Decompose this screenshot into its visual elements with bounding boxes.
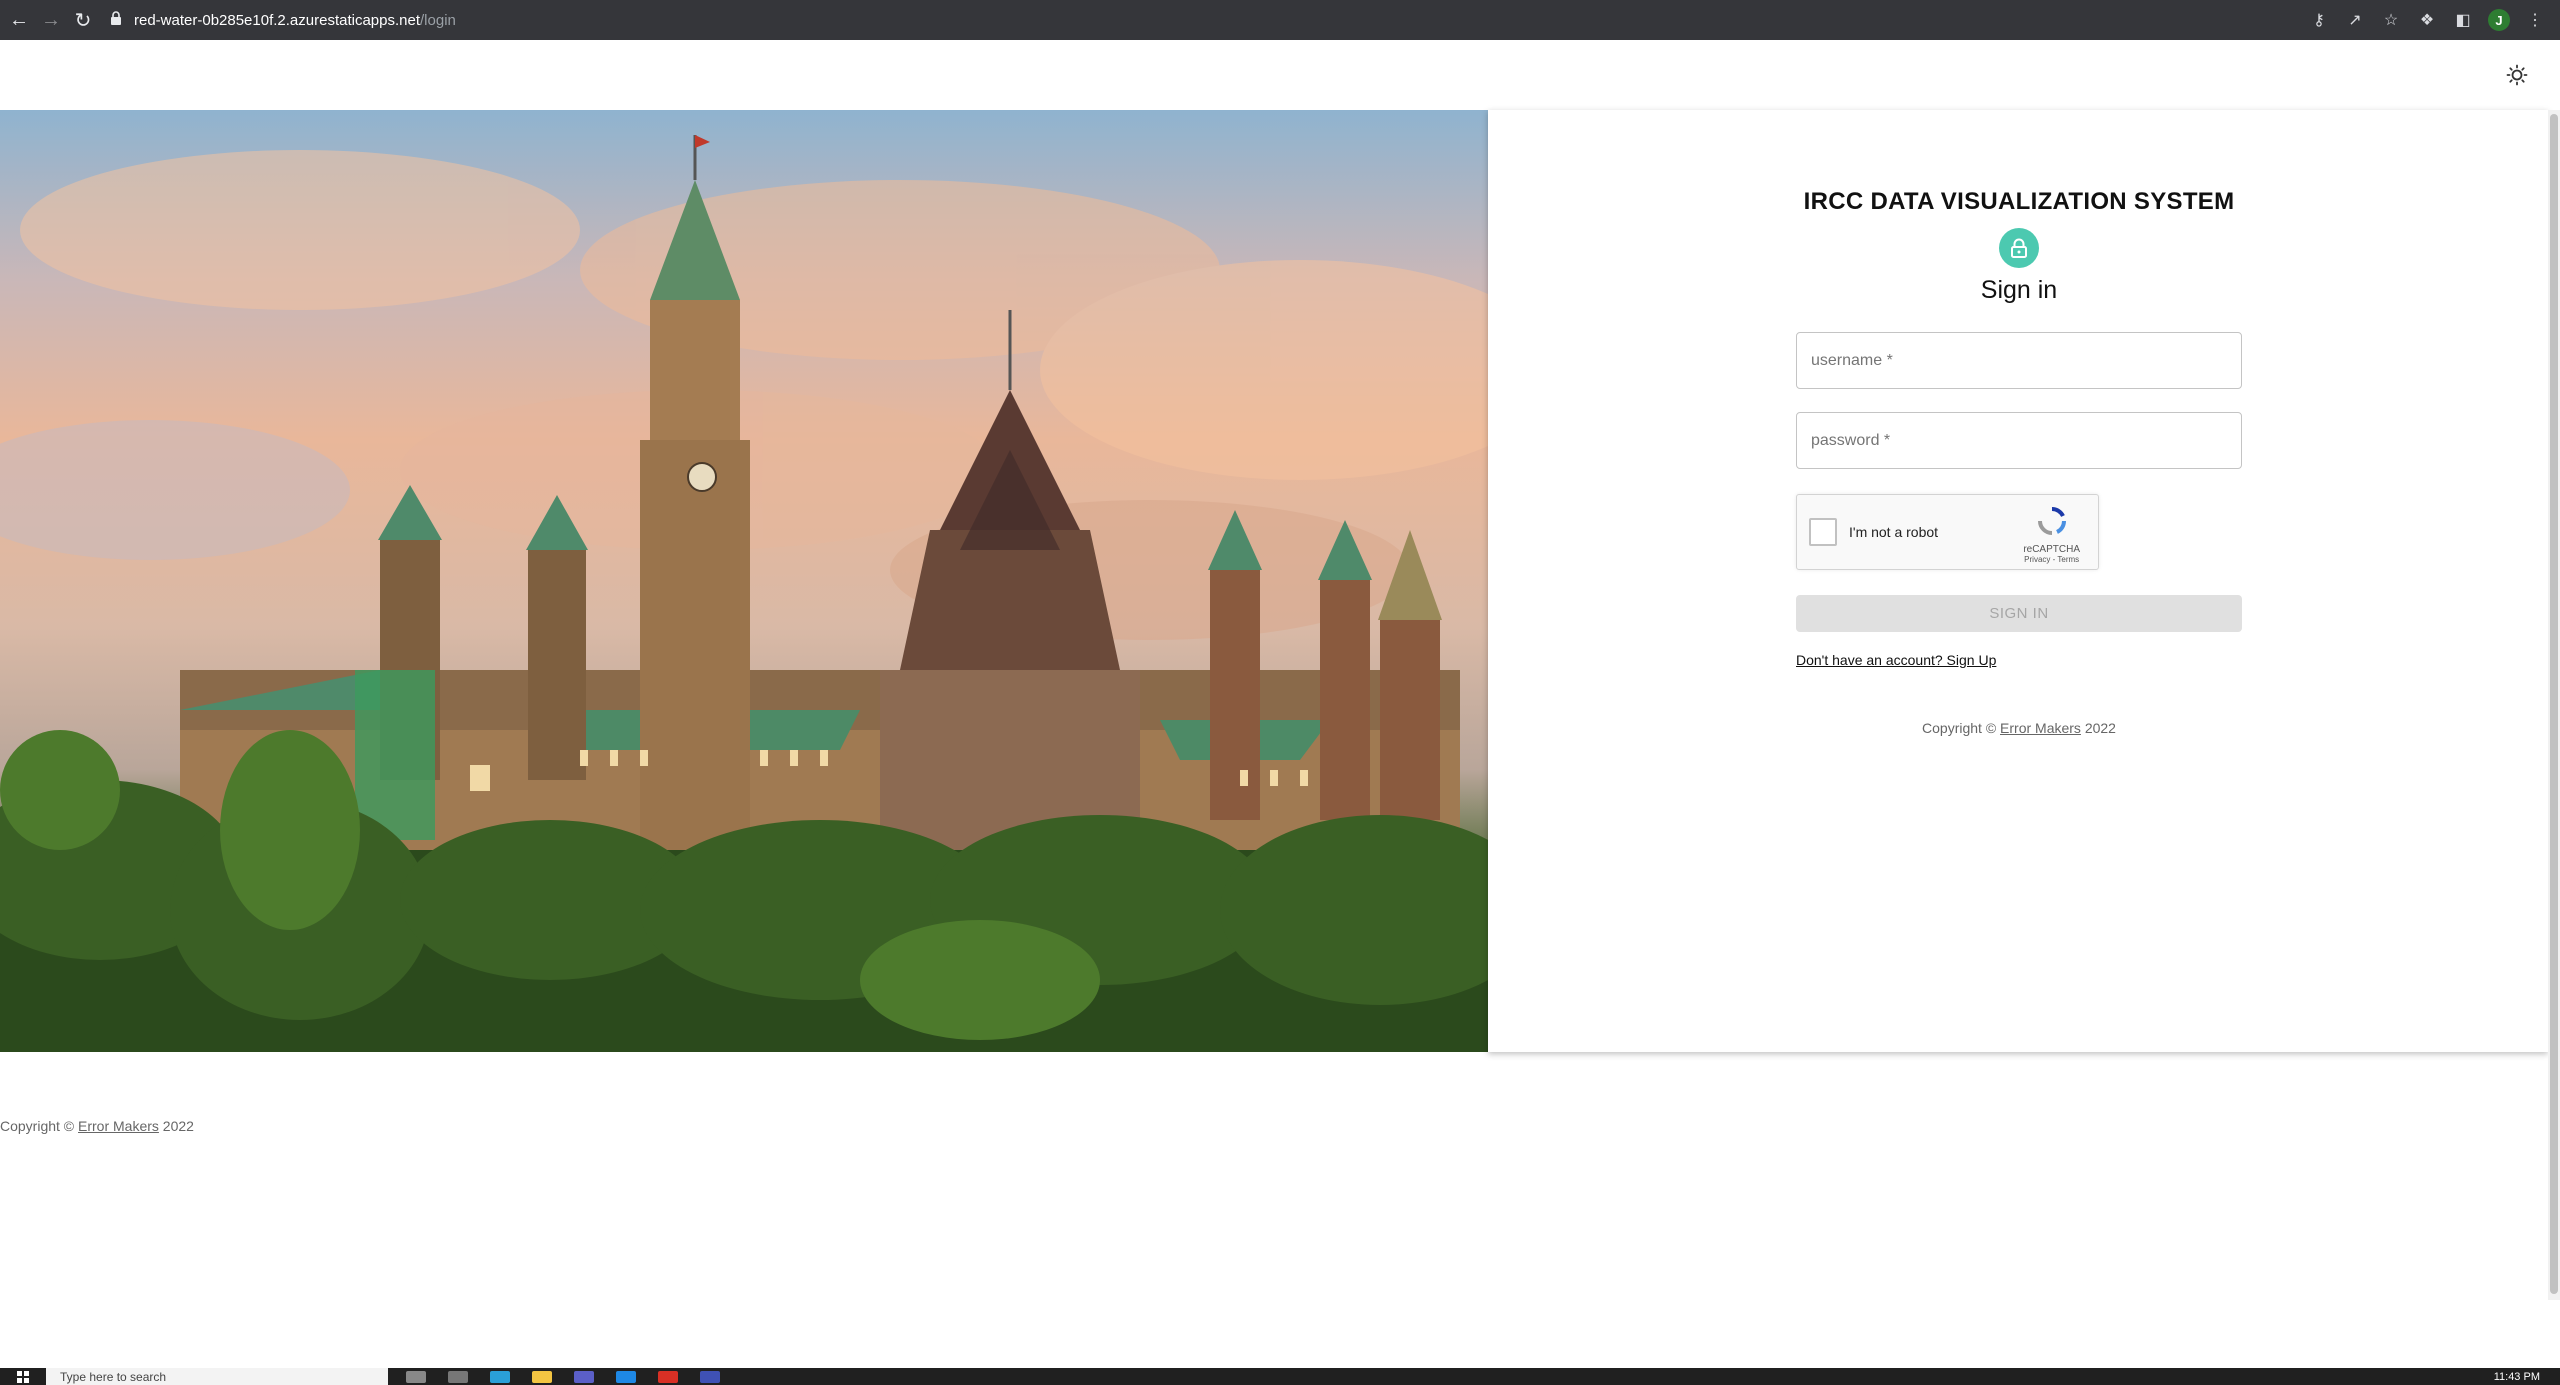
recaptcha-label: I'm not a robot [1849, 524, 1939, 540]
theme-toggle-sun-icon[interactable] [2504, 62, 2530, 88]
page-copyright: Copyright © Error Makers 2022 [0, 1118, 194, 1134]
star-icon[interactable]: ☆ [2380, 9, 2402, 31]
copyright-suffix: 2022 [2080, 720, 2116, 736]
widgets-icon[interactable] [448, 1370, 468, 1383]
forward-icon[interactable]: → [38, 7, 64, 33]
app-header [0, 40, 2560, 110]
page-scrollbar[interactable] [2548, 110, 2560, 1300]
lock-icon [110, 11, 122, 29]
share-icon[interactable]: ↗ [2344, 9, 2366, 31]
file-explorer-icon[interactable] [532, 1370, 552, 1383]
url-path: /login [420, 11, 456, 29]
url-host: red-water-0b285e10f.2.azurestaticapps.ne… [134, 11, 421, 29]
username-input[interactable] [1811, 351, 2227, 370]
scrollbar-thumb[interactable] [2550, 114, 2558, 1294]
system-title: IRCC DATA VISUALIZATION SYSTEM [1803, 188, 2235, 215]
signin-button[interactable]: SIGN IN [1796, 595, 2242, 632]
sidepanel-icon[interactable]: ◧ [2452, 9, 2474, 31]
copyright-prefix: Copyright © [0, 1118, 79, 1134]
extensions-icon[interactable]: ❖ [2416, 9, 2438, 31]
signup-link[interactable]: Don't have an account? Sign Up [1796, 652, 1996, 668]
os-taskbar: Type here to search 11:43 PM [0, 1368, 2560, 1385]
hero-image [0, 110, 1488, 1052]
lock-icon [1999, 228, 2039, 268]
vscode-icon[interactable] [616, 1370, 636, 1383]
copyright-prefix: Copyright © [1922, 720, 2001, 736]
back-icon[interactable]: ← [6, 7, 32, 33]
recaptcha-brand: reCAPTCHA Privacy - Terms [2023, 505, 2080, 564]
app-icon[interactable] [700, 1370, 720, 1383]
edge-icon[interactable] [490, 1370, 510, 1383]
recaptcha-links[interactable]: Privacy - Terms [2024, 555, 2079, 564]
panel-copyright: Copyright © Error Makers 2022 [1922, 720, 2116, 736]
profile-avatar[interactable]: J [2488, 9, 2510, 31]
taskbar-search[interactable]: Type here to search [46, 1368, 388, 1385]
recaptcha-checkbox[interactable] [1809, 518, 1837, 546]
chrome-icon[interactable] [658, 1370, 678, 1383]
signin-panel: IRCC DATA VISUALIZATION SYSTEM Sign in I… [1488, 110, 2548, 1052]
recaptcha-widget: I'm not a robot reCAPTCHA Privacy - Term… [1796, 494, 2099, 570]
username-field[interactable] [1796, 332, 2242, 389]
copyright-suffix: 2022 [158, 1118, 194, 1134]
task-view-icon[interactable] [406, 1370, 426, 1383]
recaptcha-brand-name: reCAPTCHA [2023, 544, 2080, 555]
signin-heading: Sign in [1980, 276, 2058, 304]
recaptcha-logo-icon [2036, 505, 2068, 542]
windows-start-icon[interactable] [0, 1368, 46, 1385]
teams-icon[interactable] [574, 1370, 594, 1383]
password-input[interactable] [1811, 431, 2227, 450]
error-makers-link[interactable]: Error Makers [2000, 720, 2081, 736]
taskbar-search-text: Type here to search [60, 1369, 167, 1384]
address-bar[interactable]: red-water-0b285e10f.2.azurestaticapps.ne… [110, 5, 2308, 35]
key-icon[interactable]: ⚷ [2308, 9, 2330, 31]
browser-toolbar: ← → ↻ red-water-0b285e10f.2.azurestatica… [0, 0, 2560, 40]
system-tray: 11:43 PM [2494, 1371, 2540, 1383]
menu-icon[interactable]: ⋮ [2524, 9, 2546, 31]
error-makers-link[interactable]: Error Makers [78, 1118, 159, 1134]
password-field[interactable] [1796, 412, 2242, 469]
clock[interactable]: 11:43 PM [2494, 1371, 2540, 1383]
reload-icon[interactable]: ↻ [70, 7, 96, 33]
